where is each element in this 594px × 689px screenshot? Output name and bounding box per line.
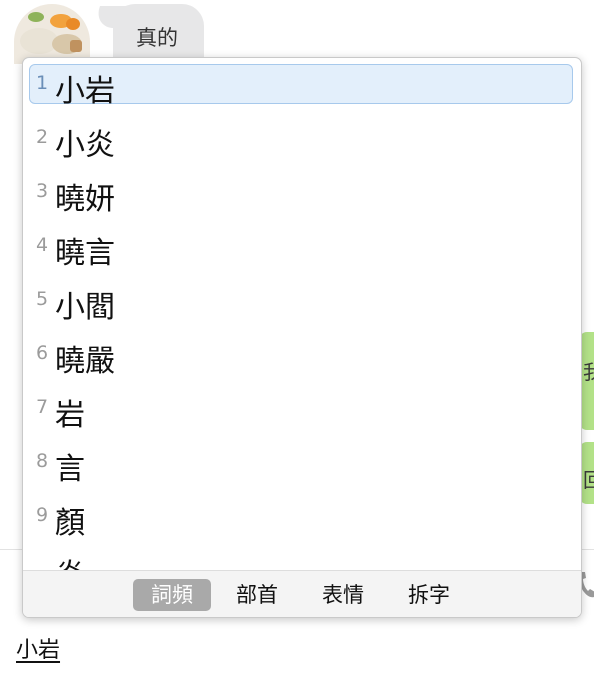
candidate-number: 1	[36, 72, 49, 94]
candidate-text: 顏	[55, 506, 85, 541]
candidate-number: 2	[36, 126, 49, 148]
candidate-text: 小閻	[55, 290, 115, 325]
emoji-button-edge[interactable]	[0, 565, 22, 605]
candidate-number: 9	[36, 504, 49, 526]
candidate-item-6[interactable]: 6 曉嚴	[29, 334, 573, 379]
composing-text[interactable]: 小岩	[16, 632, 60, 664]
tab-decompose[interactable]: 拆字	[390, 579, 468, 611]
candidate-item-5[interactable]: 5 小閻	[29, 280, 573, 325]
candidate-number: 8	[36, 450, 49, 472]
candidate-tab-bar: 詞頻 部首 表情 拆字	[23, 570, 581, 617]
candidate-item-2[interactable]: 2 小炎	[29, 118, 573, 163]
avatar-fruit-shape	[66, 18, 80, 30]
candidate-text: 小炎	[55, 128, 115, 163]
tab-radical[interactable]: 部首	[218, 579, 296, 611]
candidate-list: 1 小岩 2 小炎 3 曉妍 4 曉言 5 小閻 6 曉嚴 7 岩 8 言 9 …	[23, 58, 581, 570]
outgoing-message-text: 我	[583, 360, 594, 384]
candidate-text: 言	[55, 452, 85, 487]
avatar-cup-shape	[70, 40, 82, 52]
candidate-item-3[interactable]: 3 曉妍	[29, 172, 573, 217]
tab-emoji[interactable]: 表情	[304, 579, 382, 611]
incoming-message-text: 真的	[136, 26, 178, 50]
candidate-item-10[interactable]: 炎	[29, 548, 573, 570]
candidate-item-1[interactable]: 1 小岩	[29, 64, 573, 109]
candidate-number: 5	[36, 288, 49, 310]
tab-frequency[interactable]: 詞頻	[133, 579, 211, 611]
candidate-number: 3	[36, 180, 49, 202]
candidate-item-7[interactable]: 7 岩	[29, 388, 573, 433]
candidate-text: 曉言	[55, 236, 115, 271]
contact-avatar[interactable]	[14, 4, 90, 64]
candidate-number: 6	[36, 342, 49, 364]
candidate-item-9[interactable]: 9 顏	[29, 496, 573, 541]
candidate-number: 4	[36, 234, 49, 256]
candidate-text: 曉妍	[55, 182, 115, 217]
outgoing-message-text: 回	[583, 468, 594, 492]
candidate-text: 曉嚴	[55, 344, 115, 379]
candidate-item-8[interactable]: 8 言	[29, 442, 573, 487]
candidate-window: 1 小岩 2 小炎 3 曉妍 4 曉言 5 小閻 6 曉嚴 7 岩 8 言 9 …	[22, 57, 582, 618]
candidate-text: 炎	[55, 550, 85, 570]
avatar-garnish-shape	[28, 12, 44, 22]
candidate-number: 7	[36, 396, 49, 418]
candidate-text: 岩	[55, 398, 85, 433]
candidate-item-4[interactable]: 4 曉言	[29, 226, 573, 271]
candidate-text: 小岩	[55, 74, 115, 109]
